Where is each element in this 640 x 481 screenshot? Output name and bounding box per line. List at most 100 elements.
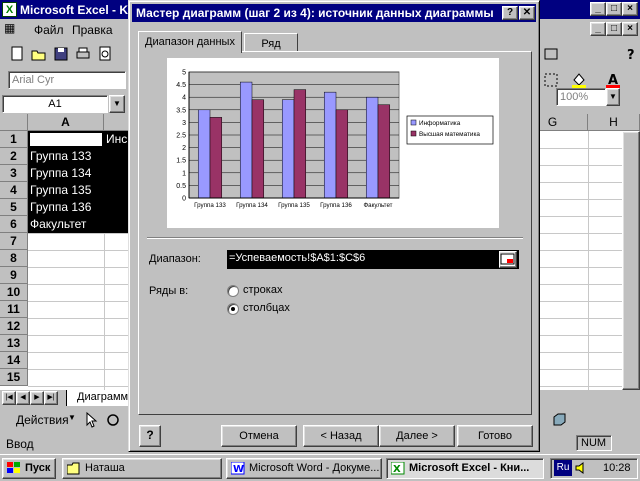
- clock: 10:28: [603, 462, 631, 474]
- borders-icon[interactable]: [542, 71, 560, 89]
- next-button[interactable]: Далее >: [379, 425, 455, 447]
- cell-a3[interactable]: Группа 134: [28, 165, 134, 182]
- prev-sheet-icon[interactable]: ◀: [16, 391, 30, 405]
- first-sheet-icon[interactable]: |◀: [2, 391, 16, 405]
- row-header[interactable]: 14: [0, 352, 28, 369]
- tab-series[interactable]: Ряд: [244, 33, 298, 51]
- row-header[interactable]: 13: [0, 335, 28, 352]
- maximize-button[interactable]: □: [606, 2, 622, 16]
- finish-button[interactable]: Готово: [457, 425, 533, 447]
- system-tray: Ru 10:28: [550, 458, 638, 479]
- menu-edit[interactable]: Правка: [72, 23, 113, 37]
- preview-icon[interactable]: [96, 45, 114, 63]
- menu-file[interactable]: Файл: [34, 23, 64, 37]
- windows-logo-icon: [7, 462, 21, 475]
- task-excel-active[interactable]: X Microsoft Excel - Кни...: [386, 458, 544, 479]
- name-box-dropdown[interactable]: ▼: [109, 95, 125, 113]
- sheet-tab-active[interactable]: Диаграмм: [66, 390, 136, 406]
- help-icon[interactable]: ?: [622, 45, 640, 63]
- row-header[interactable]: 11: [0, 301, 28, 318]
- radio-columns[interactable]: [227, 303, 239, 315]
- font-name-box[interactable]: Arial Cyr: [8, 71, 126, 89]
- name-box[interactable]: A1: [2, 95, 108, 113]
- doc-close-button[interactable]: ×: [622, 22, 638, 36]
- select-all-corner[interactable]: [0, 114, 28, 131]
- drawing-toggle-icon[interactable]: [542, 45, 560, 63]
- save-icon[interactable]: [52, 45, 70, 63]
- tab-data-range[interactable]: Диапазон данных: [138, 31, 242, 53]
- bar: [239, 81, 253, 199]
- task-word[interactable]: W Microsoft Word - Докуме...: [226, 458, 382, 479]
- row-header[interactable]: 1: [0, 131, 28, 148]
- task-folder-natasha[interactable]: Наташа: [62, 458, 222, 479]
- svg-text:W: W: [233, 464, 244, 475]
- excel-app-icon[interactable]: X: [2, 2, 17, 17]
- row-header[interactable]: 2: [0, 148, 28, 165]
- cell-a6[interactable]: Факультет: [28, 216, 134, 233]
- legend-swatch: [410, 130, 417, 137]
- doc-restore-button[interactable]: □: [606, 22, 622, 36]
- bar: [323, 91, 337, 199]
- start-button[interactable]: Пуск: [2, 458, 56, 479]
- collapse-dialog-icon: [500, 253, 515, 265]
- dialog-help-caption-button[interactable]: ?: [502, 6, 518, 20]
- y-tick-label: 2.5: [176, 133, 186, 140]
- cell-a5[interactable]: Группа 136: [28, 199, 134, 216]
- cell-a2[interactable]: Группа 133: [28, 148, 134, 165]
- select-pointer-icon[interactable]: [82, 411, 100, 429]
- row-header[interactable]: 7: [0, 233, 28, 250]
- y-tick-label: 4: [182, 95, 186, 102]
- cancel-button[interactable]: Отмена: [221, 425, 297, 447]
- row-header[interactable]: 8: [0, 250, 28, 267]
- minimize-button[interactable]: _: [590, 2, 606, 16]
- radio-columns-label[interactable]: столбцах: [243, 302, 290, 314]
- actions-dropdown-arrow[interactable]: ▼: [68, 413, 76, 422]
- column-header-h[interactable]: H: [588, 114, 640, 131]
- back-button[interactable]: < Назад: [303, 425, 379, 447]
- radio-rows-label[interactable]: строках: [243, 284, 282, 296]
- row-header[interactable]: 3: [0, 165, 28, 182]
- office-assistant-button[interactable]: ?: [139, 425, 161, 447]
- row-header[interactable]: 9: [0, 267, 28, 284]
- task-label: Microsoft Word - Докуме...: [249, 462, 380, 474]
- row-header[interactable]: 4: [0, 182, 28, 199]
- vertical-scrollbar[interactable]: [622, 131, 640, 390]
- dialog-title: Мастер диаграмм (шаг 2 из 4): источник д…: [136, 6, 494, 20]
- x-tick-label: Группа 136: [320, 202, 352, 209]
- dialog-title-bar[interactable]: Мастер диаграмм (шаг 2 из 4): источник д…: [132, 4, 536, 22]
- column-header-a[interactable]: A: [28, 114, 104, 131]
- row-header[interactable]: 10: [0, 284, 28, 301]
- range-input[interactable]: =Успеваемость!$A$1:$C$6: [227, 250, 519, 269]
- y-tick-label: 0.5: [176, 183, 186, 190]
- svg-text:X: X: [393, 464, 401, 475]
- doc-minimize-button[interactable]: _: [590, 22, 606, 36]
- 3d-icon[interactable]: [550, 411, 568, 429]
- chart-preview: 0 0.5 1 1.5 2 2.5 3 3.5 4 4.5 5 Группа 133 Группа 13…: [167, 58, 499, 228]
- legend-label: Высшая математика: [419, 131, 480, 138]
- last-sheet-icon[interactable]: ▶|: [44, 391, 58, 405]
- row-header[interactable]: 12: [0, 318, 28, 335]
- folder-icon: [66, 462, 81, 475]
- row-header[interactable]: 6: [0, 216, 28, 233]
- open-icon[interactable]: [30, 45, 48, 63]
- collapse-dialog-button[interactable]: [499, 251, 517, 268]
- bar: [251, 99, 265, 199]
- language-indicator[interactable]: Ru: [554, 460, 572, 476]
- row-header[interactable]: 15: [0, 369, 28, 386]
- new-icon[interactable]: [8, 45, 26, 63]
- row-header[interactable]: 5: [0, 199, 28, 216]
- dialog-close-button[interactable]: ✕: [519, 6, 535, 20]
- print-icon[interactable]: [74, 45, 92, 63]
- free-rotate-icon[interactable]: [104, 411, 122, 429]
- y-tick-label: 0: [182, 196, 186, 203]
- close-button[interactable]: ×: [622, 2, 638, 16]
- volume-icon[interactable]: [575, 462, 587, 481]
- cell-a1[interactable]: [28, 131, 104, 148]
- fill-color-icon[interactable]: [570, 71, 588, 89]
- font-color-icon[interactable]: A: [604, 71, 622, 89]
- cell-a4[interactable]: Группа 135: [28, 182, 134, 199]
- workbook-icon[interactable]: ▦: [4, 21, 15, 35]
- radio-rows[interactable]: [227, 285, 239, 297]
- next-sheet-icon[interactable]: ▶: [30, 391, 44, 405]
- actions-menu[interactable]: Действия: [16, 413, 69, 427]
